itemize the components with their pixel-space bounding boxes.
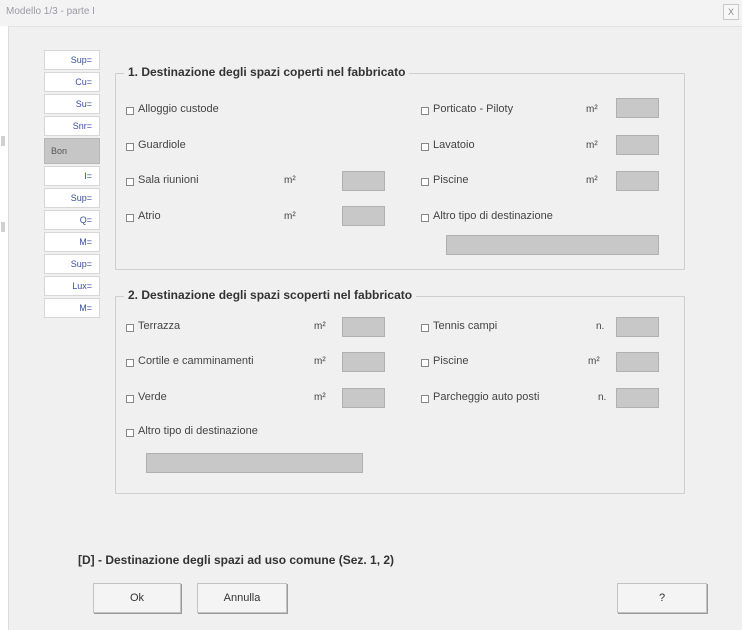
option-label: Verde (138, 391, 167, 403)
unit-label: m² (284, 211, 296, 222)
sidebar-item[interactable]: Sup= (44, 188, 100, 208)
edge-mark (1, 222, 5, 232)
help-button[interactable]: ? (617, 583, 707, 613)
checkbox[interactable] (421, 324, 429, 332)
input-field[interactable] (616, 352, 659, 372)
option-label: Cortile e camminamenti (138, 355, 254, 367)
checkbox[interactable] (421, 143, 429, 151)
unit-label: m² (284, 175, 296, 186)
input-field[interactable] (342, 317, 385, 337)
checkbox[interactable] (126, 178, 134, 186)
input-field[interactable] (616, 98, 659, 118)
input-field[interactable] (616, 135, 659, 155)
option-label: Parcheggio auto posti (433, 391, 540, 403)
unit-label: m² (588, 356, 600, 367)
checkbox[interactable] (126, 324, 134, 332)
left-edge (0, 26, 9, 630)
unit-label: m² (314, 321, 326, 332)
sidebar-item[interactable]: Sup= (44, 254, 100, 274)
sidebar-item[interactable]: M= (44, 232, 100, 252)
sidebar-item[interactable]: Su= (44, 94, 100, 114)
input-field[interactable] (616, 317, 659, 337)
sidebar: Sup= Cu= Su= Snr= Bon I= Sup= Q= M= Sup=… (44, 50, 102, 320)
input-field[interactable] (342, 352, 385, 372)
sidebar-item[interactable]: Lux= (44, 276, 100, 296)
edge-mark (1, 136, 5, 146)
input-field[interactable] (342, 171, 385, 191)
option-label: Altro tipo di destinazione (138, 425, 258, 437)
input-field[interactable] (616, 171, 659, 191)
window-title: Modello 1/3 - parte I (6, 6, 95, 17)
cancel-button[interactable]: Annulla (197, 583, 287, 613)
checkbox[interactable] (126, 395, 134, 403)
input-field[interactable] (616, 388, 659, 408)
option-label: Piscine (433, 174, 469, 186)
option-label: Sala riunioni (138, 174, 199, 186)
option-label: Lavatoio (433, 139, 475, 151)
section-covered-spaces: 1. Destinazione degli spazi coperti nel … (115, 65, 685, 270)
input-field-wide[interactable] (146, 453, 363, 473)
checkbox[interactable] (421, 107, 429, 115)
input-field-wide[interactable] (446, 235, 659, 255)
title-bar: Modello 1/3 - parte I X (0, 0, 742, 27)
sidebar-item[interactable]: Sup= (44, 50, 100, 70)
unit-label: n. (596, 321, 605, 332)
option-label: Terrazza (138, 320, 181, 332)
option-label: Guardiole (138, 139, 186, 151)
unit-label: m² (586, 140, 598, 151)
section1-title: 1. Destinazione degli spazi coperti nel … (124, 65, 410, 79)
unit-label: m² (586, 104, 598, 115)
sidebar-item[interactable]: Cu= (44, 72, 100, 92)
close-button[interactable]: X (723, 4, 739, 20)
option-label: Altro tipo di destinazione (433, 210, 553, 222)
sidebar-item[interactable]: Snr= (44, 116, 100, 136)
checkbox[interactable] (126, 429, 134, 437)
checkbox[interactable] (421, 178, 429, 186)
checkbox[interactable] (126, 107, 134, 115)
option-label: Piscine (433, 355, 469, 367)
section2-title: 2. Destinazione degli spazi scoperti nel… (124, 288, 417, 302)
input-field[interactable] (342, 206, 385, 226)
sidebar-item-active[interactable]: Bon (44, 138, 100, 164)
sidebar-item[interactable]: I= (44, 166, 100, 186)
checkbox[interactable] (126, 143, 134, 151)
sidebar-item[interactable]: Q= (44, 210, 100, 230)
option-label: Alloggio custode (138, 103, 219, 115)
unit-label: n. (598, 392, 607, 403)
ok-button[interactable]: Ok (93, 583, 181, 613)
option-label: Tennis campi (433, 320, 498, 332)
checkbox[interactable] (421, 214, 429, 222)
option-label: Atrio (138, 210, 161, 222)
checkbox[interactable] (421, 395, 429, 403)
sidebar-item[interactable]: M= (44, 298, 100, 318)
section-open-spaces: 2. Destinazione degli spazi scoperti nel… (115, 288, 685, 494)
option-label: Porticato - Piloty (433, 103, 514, 115)
unit-label: m² (586, 175, 598, 186)
unit-label: m² (314, 392, 326, 403)
form-title: [D] - Destinazione degli spazi ad uso co… (78, 553, 395, 567)
checkbox[interactable] (126, 214, 134, 222)
checkbox[interactable] (421, 359, 429, 367)
unit-label: m² (314, 356, 326, 367)
input-field[interactable] (342, 388, 385, 408)
checkbox[interactable] (126, 359, 134, 367)
